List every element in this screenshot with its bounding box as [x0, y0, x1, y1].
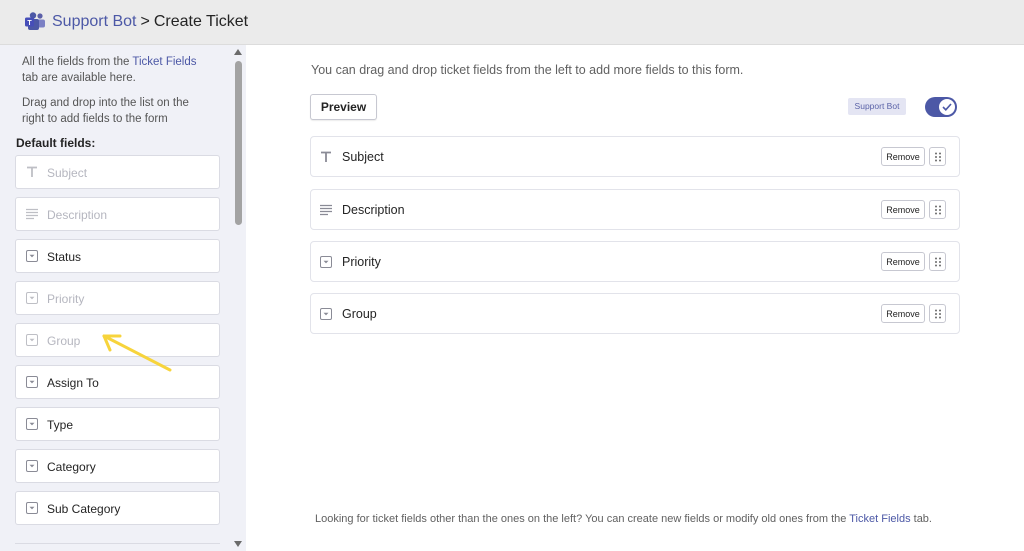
dropdown-icon — [26, 502, 38, 514]
scroll-up-arrow-icon[interactable] — [234, 49, 242, 55]
default-fields-label: Default fields: — [16, 136, 96, 150]
fields-sidebar: All the fields from the Ticket Fields ta… — [0, 45, 246, 551]
form-row-description: Description Remove — [310, 189, 960, 230]
dropdown-icon — [26, 250, 38, 262]
drag-dots-icon — [935, 309, 941, 319]
dropdown-icon — [26, 334, 38, 346]
intro-text: All the fields from the — [22, 56, 133, 68]
remove-button[interactable]: Remove — [881, 304, 925, 323]
sidebar-field-sub-category[interactable]: Sub Category — [15, 491, 220, 525]
footer-text: Looking for ticket fields other than the… — [315, 513, 850, 525]
field-label: Description — [47, 208, 108, 222]
breadcrumb-separator: > — [140, 13, 150, 30]
drag-handle[interactable] — [929, 147, 946, 166]
scrollbar-thumb[interactable] — [235, 61, 242, 225]
field-label: Status — [47, 250, 82, 264]
text-icon — [321, 151, 331, 162]
annotation-arrow-icon — [102, 334, 172, 372]
footer-note: Looking for ticket fields other than the… — [315, 513, 932, 525]
row-label: Subject — [342, 150, 384, 164]
field-label: Subject — [47, 166, 88, 180]
sidebar-field-category[interactable]: Category — [15, 449, 220, 483]
drag-handle[interactable] — [929, 304, 946, 323]
dropdown-icon — [320, 308, 332, 320]
field-label: Category — [47, 460, 96, 474]
breadcrumb-app-link[interactable]: Support Bot — [52, 13, 137, 30]
paragraph-icon — [26, 208, 38, 220]
ticket-fields-link[interactable]: Ticket Fields — [132, 56, 196, 68]
svg-text:T: T — [27, 20, 32, 27]
dropdown-icon — [26, 418, 38, 430]
app-header: T Support Bot > Create Ticket — [0, 0, 1024, 45]
drag-drop-hint: You can drag and drop ticket fields from… — [311, 63, 744, 77]
field-label: Assign To — [47, 376, 99, 390]
field-label: Priority — [47, 292, 85, 306]
drag-dots-icon — [935, 205, 941, 215]
sidebar-field-subject: Subject — [15, 155, 220, 189]
preview-button[interactable]: Preview — [310, 94, 377, 120]
row-label: Group — [342, 307, 377, 321]
drag-dots-icon — [935, 152, 941, 162]
support-bot-badge: Support Bot — [848, 98, 906, 115]
field-label: Sub Category — [47, 502, 121, 516]
dropdown-icon — [26, 292, 38, 304]
dropdown-icon — [26, 460, 38, 472]
dropdown-icon — [26, 376, 38, 388]
sidebar-field-type[interactable]: Type — [15, 407, 220, 441]
row-label: Priority — [342, 255, 381, 269]
sidebar-field-description: Description — [15, 197, 220, 231]
form-row-group: Group Remove — [310, 293, 960, 334]
sidebar-intro-1: All the fields from the Ticket Fields ta… — [22, 54, 212, 86]
row-label: Description — [342, 203, 405, 217]
footer-ticket-fields-link[interactable]: Ticket Fields — [849, 513, 910, 525]
teams-logo-icon: T — [25, 12, 45, 30]
form-row-subject: Subject Remove — [310, 136, 960, 177]
remove-button[interactable]: Remove — [881, 200, 925, 219]
field-divider — [15, 543, 220, 551]
enable-toggle[interactable] — [925, 97, 957, 117]
form-row-priority: Priority Remove — [310, 241, 960, 282]
drag-dots-icon — [935, 257, 941, 267]
scroll-down-arrow-icon[interactable] — [234, 541, 242, 547]
field-label: Group — [47, 334, 81, 348]
text-icon — [27, 166, 37, 177]
footer-text-suffix: tab. — [910, 513, 932, 525]
page-title: Create Ticket — [153, 13, 249, 30]
intro-text-suffix: tab are available here. — [22, 72, 136, 84]
paragraph-icon — [320, 204, 332, 216]
remove-button[interactable]: Remove — [881, 147, 925, 166]
drag-handle[interactable] — [929, 252, 946, 271]
remove-button[interactable]: Remove — [881, 252, 925, 271]
breadcrumb: Support Bot > Create Ticket — [52, 13, 248, 31]
sidebar-field-priority: Priority — [15, 281, 220, 315]
sidebar-field-status[interactable]: Status — [15, 239, 220, 273]
sidebar-intro-2: Drag and drop into the list on the right… — [22, 97, 189, 125]
dropdown-icon — [320, 256, 332, 268]
field-label: Type — [47, 418, 74, 432]
check-icon — [942, 103, 952, 111]
drag-handle[interactable] — [929, 200, 946, 219]
